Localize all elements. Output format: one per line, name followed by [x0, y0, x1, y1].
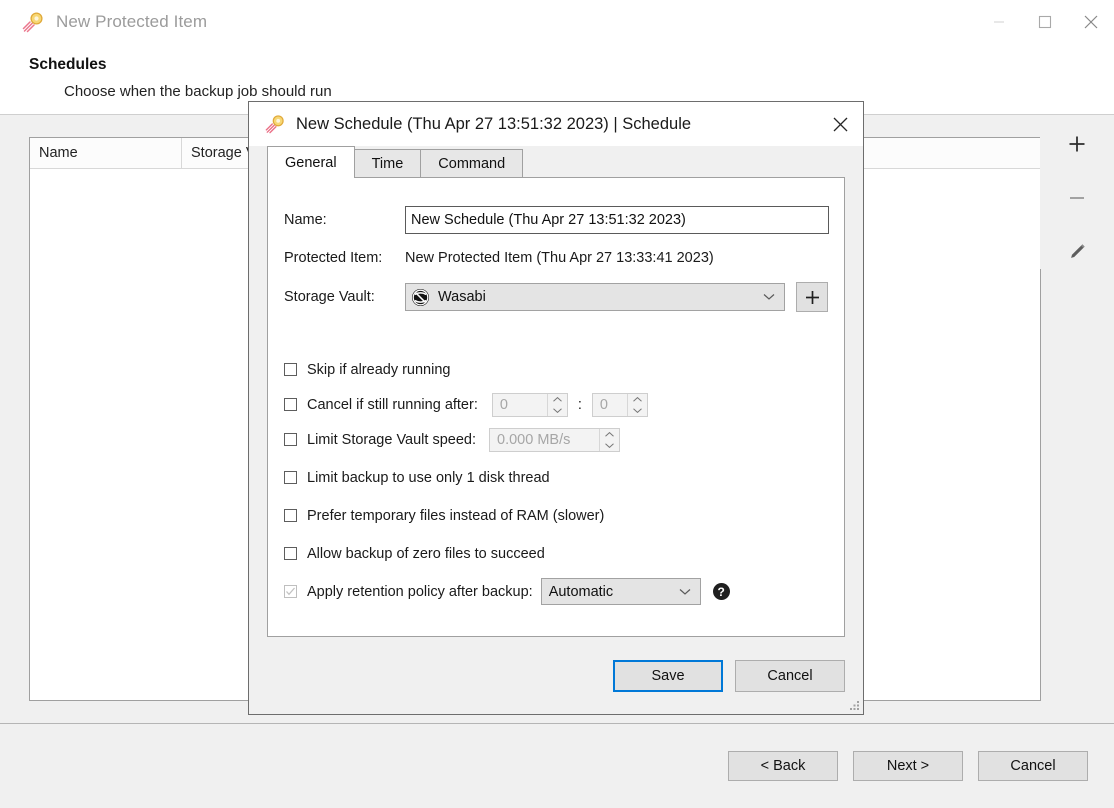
stepper-down-icon[interactable]: [548, 405, 567, 416]
help-icon[interactable]: ?: [712, 583, 730, 600]
cancel-minutes-value: 0: [599, 396, 608, 413]
page-title: Schedules: [29, 56, 107, 73]
option-label: Limit backup to use only 1 disk thread: [307, 469, 550, 486]
wizard-footer: < Back Next > Cancel: [0, 724, 1114, 808]
dialog-close-button[interactable]: [817, 102, 863, 146]
cancel-hours-stepper[interactable]: 0: [491, 392, 568, 417]
resize-grip-icon[interactable]: [848, 699, 860, 711]
minimize-button[interactable]: [976, 0, 1022, 44]
wizard-cancel-button[interactable]: Cancel: [978, 751, 1088, 781]
option-prefer-temporary-files[interactable]: Prefer temporary files instead of RAM (s…: [284, 505, 844, 526]
maximize-icon: [1038, 15, 1052, 29]
tab-general[interactable]: General: [267, 146, 355, 178]
stepper-buttons[interactable]: [599, 428, 619, 451]
window-title: New Protected Item: [56, 12, 208, 31]
storage-vault-value: Wasabi: [438, 289, 486, 305]
add-storage-vault-button[interactable]: [796, 282, 828, 312]
minus-icon: [1070, 197, 1084, 199]
maximize-button[interactable]: [1022, 0, 1068, 44]
option-label: Cancel if still running after:: [307, 396, 478, 413]
checkmark-icon: [286, 587, 295, 596]
stepper-buttons[interactable]: [626, 393, 647, 416]
dialog-cancel-button[interactable]: Cancel: [735, 659, 845, 692]
name-label: Name:: [284, 212, 327, 228]
remove-schedule-button[interactable]: [1056, 181, 1098, 215]
option-apply-retention-policy[interactable]: Apply retention policy after backup: Aut…: [284, 578, 844, 605]
dialog-title: New Schedule (Thu Apr 27 13:51:32 2023) …: [296, 114, 692, 133]
plus-icon: [1069, 136, 1085, 152]
chevron-down-icon: [679, 588, 691, 595]
checkbox-cancel-if-still-running-after[interactable]: [284, 398, 297, 411]
save-button[interactable]: Save: [613, 659, 723, 692]
checkbox-allow-zero-files[interactable]: [284, 547, 297, 560]
back-button[interactable]: < Back: [728, 751, 838, 781]
add-schedule-button[interactable]: [1056, 127, 1098, 161]
option-allow-zero-files[interactable]: Allow backup of zero files to succeed: [284, 543, 844, 564]
stepper-down-icon[interactable]: [628, 405, 647, 416]
stepper-up-icon[interactable]: [600, 429, 619, 440]
checkbox-limit-storage-vault-speed[interactable]: [284, 433, 297, 446]
option-label: Prefer temporary files instead of RAM (s…: [307, 507, 605, 524]
retention-policy-value: Automatic: [548, 583, 614, 600]
storage-vault-dropdown[interactable]: Wasabi: [405, 283, 785, 311]
option-label: Allow backup of zero files to succeed: [307, 545, 545, 562]
name-row: Name:: [284, 206, 844, 234]
stepper-down-icon[interactable]: [600, 440, 619, 451]
option-label: Apply retention policy after backup:: [307, 583, 533, 600]
option-cancel-if-still-running-after[interactable]: Cancel if still running after: 0 : 0: [284, 392, 844, 417]
option-limit-backup-single-disk-thread[interactable]: Limit backup to use only 1 disk thread: [284, 467, 844, 488]
new-schedule-dialog: New Schedule (Thu Apr 27 13:51:32 2023) …: [248, 101, 864, 715]
close-button[interactable]: [1068, 0, 1114, 44]
option-label: Limit Storage Vault speed:: [307, 431, 476, 448]
comet-icon: [22, 11, 44, 33]
protected-item-value: New Protected Item (Thu Apr 27 13:33:41 …: [405, 250, 714, 266]
speed-limit-value: 0.000 MB/s: [497, 431, 571, 448]
general-tab-panel: Name: Protected Item: New Protected Item…: [267, 177, 845, 637]
option-label: Skip if already running: [307, 361, 451, 378]
column-header-name[interactable]: Name: [30, 138, 182, 168]
window-titlebar: New Protected Item: [0, 0, 1114, 44]
checkbox-limit-backup-single-disk-thread[interactable]: [284, 471, 297, 484]
checkbox-apply-retention-policy[interactable]: [284, 585, 297, 598]
schedule-name-input[interactable]: [405, 206, 829, 234]
plus-icon: [805, 290, 819, 304]
stepper-up-icon[interactable]: [548, 394, 567, 405]
close-icon: [1084, 15, 1098, 29]
storage-vault-row: Storage Vault: Wasabi: [284, 282, 844, 312]
checkbox-prefer-temporary-files[interactable]: [284, 509, 297, 522]
wasabi-icon: [412, 288, 429, 306]
retention-policy-dropdown[interactable]: Automatic: [540, 578, 701, 605]
protected-item-label: Protected Item:: [284, 250, 383, 266]
page-subtitle: Choose when the backup job should run: [64, 83, 332, 100]
close-icon: [833, 117, 847, 131]
dialog-titlebar: New Schedule (Thu Apr 27 13:51:32 2023) …: [249, 102, 863, 146]
tab-time[interactable]: Time: [353, 149, 422, 178]
stepper-up-icon[interactable]: [628, 394, 647, 405]
chevron-down-icon: [763, 294, 775, 300]
table-toolbar: [1040, 115, 1114, 269]
option-limit-storage-vault-speed[interactable]: Limit Storage Vault speed: 0.000 MB/s: [284, 427, 844, 452]
speed-limit-stepper[interactable]: 0.000 MB/s: [489, 427, 620, 452]
cancel-hours-value: 0: [499, 396, 508, 413]
pencil-icon: [1071, 244, 1085, 258]
stepper-buttons[interactable]: [546, 393, 567, 416]
window-controls: [976, 0, 1114, 44]
option-skip-if-already-running[interactable]: Skip if already running: [284, 359, 844, 380]
next-button[interactable]: Next >: [853, 751, 963, 781]
dialog-footer: Save Cancel: [249, 637, 863, 714]
tab-command[interactable]: Command: [420, 149, 524, 178]
dialog-tabstrip: General Time Command: [249, 146, 863, 178]
edit-schedule-button[interactable]: [1056, 235, 1098, 269]
comet-icon: [265, 114, 285, 134]
checkbox-skip-if-already-running[interactable]: [284, 363, 297, 376]
time-separator: :: [577, 396, 582, 413]
protected-item-row: Protected Item: New Protected Item (Thu …: [284, 250, 844, 266]
storage-vault-label: Storage Vault:: [284, 289, 375, 305]
minimize-icon: [994, 21, 1004, 23]
cancel-minutes-stepper[interactable]: 0: [591, 392, 648, 417]
